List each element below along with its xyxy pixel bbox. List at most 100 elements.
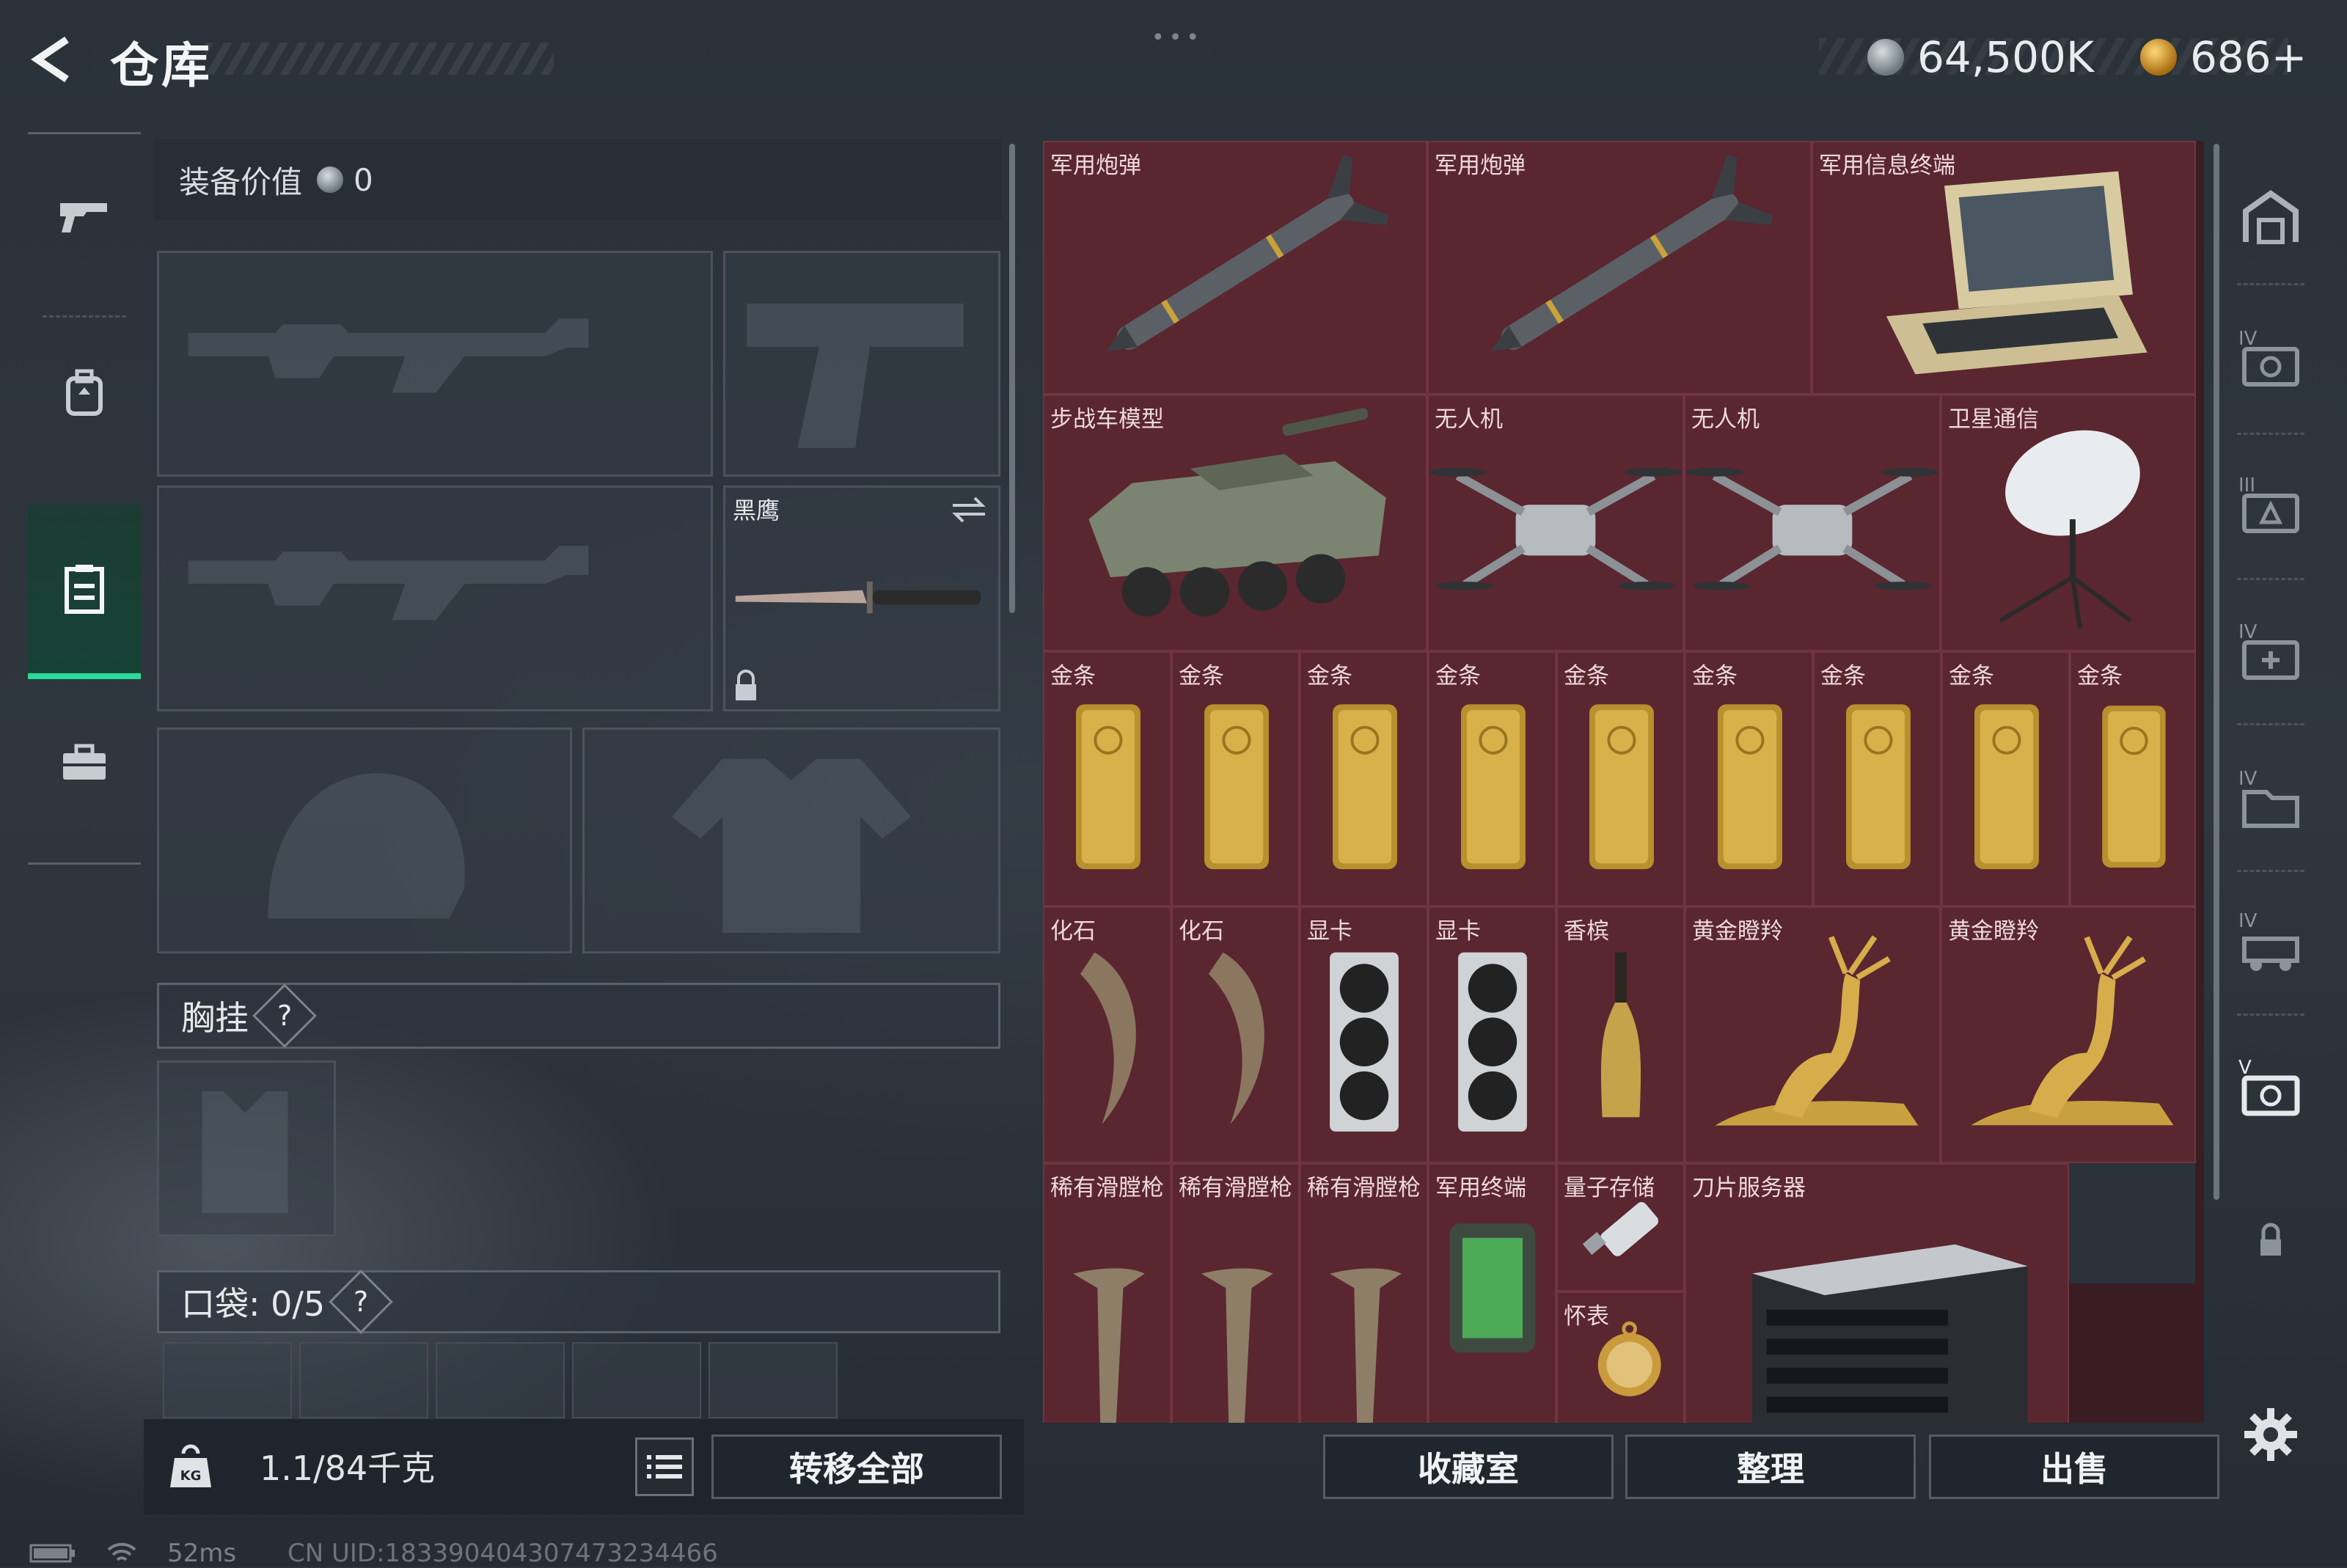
swap-icon[interactable] xyxy=(950,495,988,524)
missile-icon xyxy=(1106,155,1389,352)
inventory-item[interactable]: 金条 xyxy=(1685,651,1813,906)
list-view-button[interactable] xyxy=(635,1437,694,1496)
help-icon[interactable]: ? xyxy=(252,983,317,1048)
nav-weapons[interactable] xyxy=(28,147,141,286)
military-terminal-icon xyxy=(1449,1223,1536,1353)
missile-icon xyxy=(1490,155,1773,352)
item-label: 金条 xyxy=(1820,663,1866,689)
inventory-item[interactable]: 卫星通信 xyxy=(1941,395,2196,651)
item-label: 刀片服务器 xyxy=(1692,1175,1806,1201)
inventory-item[interactable]: 化石 xyxy=(1171,906,1300,1163)
collection-button[interactable]: 收藏室 xyxy=(1323,1435,1614,1499)
inventory-item[interactable]: 显卡 xyxy=(1300,906,1428,1163)
currency-silver[interactable]: 64,500K xyxy=(1867,28,2094,87)
inventory-grid: 军用炮弹 军用炮弹 军用信息终端 步战车模型 无人机 无人机 卫星通信 金条 金… xyxy=(1043,141,2204,1423)
inventory-item[interactable]: 金条 xyxy=(1428,651,1556,906)
vest-silhouette-icon xyxy=(202,1091,288,1213)
nav-sep xyxy=(2237,283,2304,285)
help-icon[interactable]: ? xyxy=(329,1270,393,1334)
lock-icon xyxy=(2260,1223,2281,1256)
sidearm-slot[interactable] xyxy=(723,251,1000,477)
pocket-slot[interactable] xyxy=(299,1342,428,1418)
gold-bar-icon xyxy=(1717,704,1782,870)
inventory-item[interactable]: 金条 xyxy=(2070,651,2196,906)
organize-button[interactable]: 整理 xyxy=(1625,1435,1916,1499)
vehicle-storage-icon[interactable]: IV xyxy=(2230,902,2312,984)
inventory-item[interactable]: 金条 xyxy=(1556,651,1685,906)
item-label: 香槟 xyxy=(1564,918,1609,945)
inventory-scrollbar[interactable] xyxy=(2214,144,2219,1200)
item-label: 金条 xyxy=(1564,663,1609,689)
pocket-slot[interactable] xyxy=(572,1342,701,1418)
inventory-item[interactable]: 黄金瞪羚 xyxy=(1941,906,2196,1163)
gold-bar-icon xyxy=(1460,704,1526,870)
inventory-item[interactable]: 金条 xyxy=(1941,651,2070,906)
chest-rig-slot[interactable] xyxy=(157,1060,336,1237)
menu-dots[interactable]: ••• xyxy=(1151,25,1204,51)
drone-icon xyxy=(1685,467,1939,590)
help-mark: ? xyxy=(354,1285,369,1318)
nav-case[interactable] xyxy=(28,697,141,829)
inventory-item[interactable]: 金条 xyxy=(1171,651,1300,906)
equipment-value-label: 装备价值 xyxy=(179,164,303,200)
inventory-item[interactable]: 黄金瞪羚 xyxy=(1685,906,1941,1163)
chest-rig-label: 胸挂 xyxy=(181,998,249,1038)
list-icon xyxy=(647,1455,682,1479)
transfer-all-button[interactable]: 转移全部 xyxy=(711,1435,1002,1499)
storage-iii-icon[interactable]: III xyxy=(2230,466,2312,549)
nav-sep xyxy=(2237,1014,2304,1016)
inventory-item[interactable]: 军用终端 xyxy=(1428,1163,1556,1423)
locker-icon xyxy=(65,565,104,614)
inventory-item[interactable]: 金条 xyxy=(1813,651,1941,906)
item-label: 步战车模型 xyxy=(1050,406,1164,433)
inventory-item[interactable]: 量子存储 xyxy=(1556,1163,1685,1292)
title-stripe xyxy=(205,43,554,75)
inventory-item[interactable]: 香槟 xyxy=(1556,906,1685,1163)
armor-silhouette-icon xyxy=(671,758,912,934)
helmet-slot[interactable] xyxy=(157,728,572,953)
inventory-item[interactable]: 无人机 xyxy=(1427,395,1684,651)
safe-storage-icon[interactable]: V xyxy=(2230,1049,2312,1131)
item-label: 量子存储 xyxy=(1564,1175,1655,1201)
user-uid: CN UID:18339040430747323446​6 xyxy=(288,1539,718,1568)
inventory-item[interactable]: 军用炮弹 xyxy=(1427,141,1812,395)
armor-slot[interactable] xyxy=(582,728,1000,953)
medical-storage-icon[interactable]: IV xyxy=(2230,613,2312,695)
nav-storage[interactable] xyxy=(28,505,141,679)
pocket-slot[interactable] xyxy=(436,1342,565,1418)
melee-label: 黑鹰 xyxy=(733,497,780,524)
inventory-item[interactable]: 化石 xyxy=(1043,906,1171,1163)
inventory-item[interactable]: 无人机 xyxy=(1684,395,1941,651)
currency-gold[interactable]: 686+ xyxy=(2140,28,2307,87)
sell-button[interactable]: 出售 xyxy=(1929,1435,2219,1499)
inventory-item[interactable]: 稀有滑膛枪 xyxy=(1043,1163,1171,1423)
primary-weapon-slot[interactable] xyxy=(157,251,713,477)
inventory-item[interactable]: 军用信息终端 xyxy=(1812,141,2196,395)
inventory-item[interactable]: 军用炮弹 xyxy=(1043,141,1427,395)
inventory-item[interactable]: 刀片服务器 xyxy=(1685,1163,2069,1423)
inventory-item[interactable]: 金条 xyxy=(1043,651,1171,906)
inventory-item[interactable]: 稀有滑膛枪 xyxy=(1300,1163,1428,1423)
inventory-item[interactable]: 金条 xyxy=(1300,651,1428,906)
warehouse-icon[interactable] xyxy=(2230,176,2312,258)
pocket-slot[interactable] xyxy=(709,1342,838,1418)
status-bar: 52ms xyxy=(29,1539,236,1568)
currency-silver-value: 64,500K xyxy=(1917,32,2094,82)
gold-bar-icon xyxy=(1332,704,1397,870)
inventory-item[interactable]: 稀有滑膛枪 xyxy=(1171,1163,1300,1423)
inventory-item[interactable]: 步战车模型 xyxy=(1043,395,1427,651)
pocket-slot[interactable] xyxy=(163,1342,292,1418)
back-arrow-icon[interactable] xyxy=(26,34,78,85)
melee-slot[interactable]: 黑鹰 xyxy=(723,486,1000,711)
item-label: 稀有滑膛枪 xyxy=(1307,1175,1421,1201)
storage-iv-icon[interactable]: IV xyxy=(2230,320,2312,402)
secondary-weapon-slot[interactable] xyxy=(157,486,713,711)
gear-icon[interactable] xyxy=(2243,1407,2299,1462)
equipment-scrollbar[interactable] xyxy=(1009,144,1015,613)
file-storage-icon[interactable]: IV xyxy=(2230,760,2312,842)
inventory-item[interactable]: 怀表 xyxy=(1556,1292,1685,1423)
nav-backpack[interactable] xyxy=(28,326,141,458)
nav-sep xyxy=(2237,870,2304,872)
inventory-item[interactable]: 显卡 xyxy=(1428,906,1556,1163)
item-label: 无人机 xyxy=(1691,406,1760,433)
